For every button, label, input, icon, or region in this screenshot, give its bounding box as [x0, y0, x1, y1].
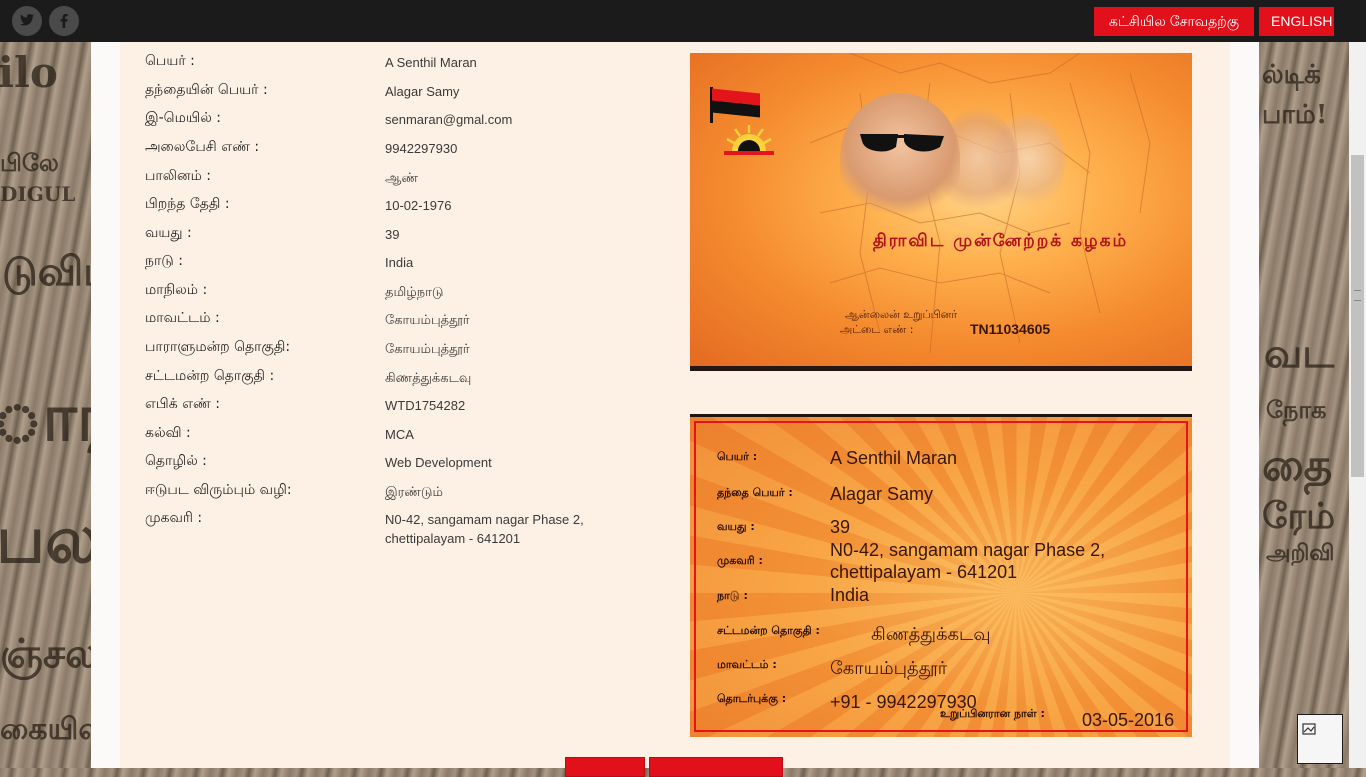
online-member-label: ஆன்லைன் உறுப்பினர் [845, 308, 958, 321]
field-label: எபிக் எண் : [145, 396, 221, 412]
card-value-district: கோயம்புத்தூர் [830, 658, 948, 678]
field-label: தொழில் : [145, 453, 207, 469]
field-label: ஈடுபட விரும்பும் வழி: [145, 482, 292, 498]
card-label-country: நாடு : [717, 589, 748, 602]
card-value-address: N0-42, sangamam nagar Phase 2, chettipal… [830, 540, 1106, 582]
leader-portrait-1 [840, 93, 960, 223]
bg-fragment: ilo [0, 48, 58, 97]
field-value: Web Development [385, 455, 492, 470]
field-value: 9942297930 [385, 141, 458, 156]
card-value-country: India [830, 585, 870, 605]
party-name: திராவிட முன்னேற்றக் கழகம் [872, 231, 1129, 251]
bg-fragment: அறிவி [1266, 540, 1335, 566]
field-label: நாடு : [145, 253, 183, 269]
field-value: MCA [385, 427, 414, 442]
bg-fragment: பிலே [0, 148, 59, 177]
card-label-district: மாவட்டம் : [717, 658, 777, 671]
membership-card-back: பெயர் : A Senthil Maran தந்தை பெயர் : Al… [690, 414, 1192, 737]
field-label: பாராளுமன்ற தொகுதி: [145, 339, 291, 355]
field-label: முகவரி : [145, 510, 203, 526]
page-scrollbar[interactable] [1349, 42, 1366, 768]
sunglasses-graphic [860, 134, 944, 152]
card-value-father: Alagar Samy [830, 484, 934, 504]
field-label: பாலினம் : [145, 168, 212, 184]
twitter-icon[interactable] [12, 6, 42, 36]
field-value: தமிழ்நாடு [385, 284, 444, 299]
card-label-father: தந்தை பெயர் : [717, 486, 793, 499]
card-value-age: 39 [830, 517, 851, 537]
field-value: Alagar Samy [385, 84, 460, 99]
field-value: 39 [385, 227, 400, 242]
field-label: வயது : [145, 225, 192, 241]
field-label: சட்டமன்ற தொகுதி : [145, 368, 275, 384]
bg-fragment: தை [1262, 440, 1333, 491]
card-number: TN11034605 [970, 321, 1051, 337]
bottom-action-button-2[interactable] [649, 757, 783, 777]
bg-fragment: வட [1264, 330, 1335, 377]
field-label: மாவட்டம் : [145, 310, 220, 326]
card-label-age: வயது : [717, 520, 755, 533]
field-value: A Senthil Maran [385, 55, 477, 70]
top-bar: கட்சியில சோவதற்கு ENGLISH [0, 0, 1366, 42]
scrollbar-thumb[interactable] [1351, 155, 1364, 477]
card-number-label: அட்டை எண் : [840, 323, 914, 336]
field-label: தந்தையின் பெயர் : [145, 82, 268, 98]
field-value: கோயம்புத்தூர் [385, 312, 470, 327]
membership-card-front: திராவிட முன்னேற்றக் கழகம் ஆன்லைன் உறுப்ப… [690, 53, 1192, 371]
field-label: பெயர் : [145, 53, 195, 69]
bg-fragment: ரேம் [1262, 495, 1336, 537]
field-value: India [385, 255, 414, 270]
bottom-action-button-1[interactable] [565, 757, 645, 777]
card-value-assembly: கிணத்துக்கடவு [871, 624, 991, 644]
field-label: இ-மெயில் : [145, 110, 221, 126]
card-label-assembly: சட்டமன்ற தொகுதி : [717, 624, 820, 637]
joined-date: 03-05-2016 [1082, 710, 1175, 730]
bg-fragment: பாம்! [1262, 100, 1328, 130]
bg-fragment: ல்டிக் [1262, 60, 1321, 90]
field-value: N0-42, sangamam nagar Phase 2, chettipal… [385, 512, 584, 546]
field-label: கல்வி : [145, 425, 191, 441]
bg-fragment: பல [0, 500, 100, 578]
field-label: அலைபேசி எண் : [145, 139, 260, 155]
field-value: ஆண் [385, 170, 418, 185]
join-party-button[interactable]: கட்சியில சோவதற்கு [1094, 7, 1254, 36]
field-label: மாநிலம் : [145, 282, 208, 298]
scrollbar-grip-icon [1354, 290, 1361, 301]
card-label-contact: தொடர்புக்கு : [717, 692, 787, 705]
bg-fragment: கையில [0, 712, 104, 747]
field-value: senmaran@gmal.com [385, 112, 513, 127]
card-label-name: பெயர் : [717, 450, 758, 463]
corner-widget-icon[interactable] [1297, 714, 1343, 764]
bg-fragment: நோக [1266, 395, 1327, 424]
field-value: இரண்டும் [385, 484, 443, 499]
field-value: கிணத்துக்கடவு [385, 370, 472, 385]
field-value: WTD1754282 [385, 398, 466, 413]
field-value: கோயம்புத்தூர் [385, 341, 470, 356]
field-value: 10-02-1976 [385, 198, 452, 213]
rising-sun-emblem [724, 125, 774, 155]
bg-fragment: DIGUL [0, 182, 76, 206]
language-button[interactable]: ENGLISH [1259, 7, 1334, 36]
field-label: பிறந்த தேதி : [145, 196, 230, 212]
joined-date-label: உறுப்பினரான நாள் : [940, 707, 1045, 720]
card-value-name: A Senthil Maran [830, 448, 958, 468]
bg-fragment: ஞ்சல [0, 630, 99, 677]
card-label-address: முகவரி : [717, 554, 763, 567]
facebook-icon[interactable] [49, 6, 79, 36]
